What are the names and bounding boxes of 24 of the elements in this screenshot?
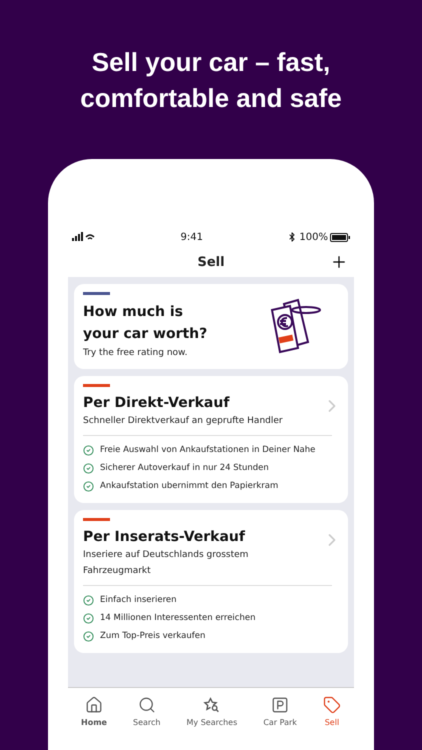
tab-item[interactable]: Sell: [322, 696, 341, 727]
sale-option-card[interactable]: Per Direkt-Verkauf Schneller Direktverkauf an geprufte Handler Freie Auswahl von Ankaufstationen in Deiner Nahe Sicherer Autoverkauf in nur 24 Stunden Ankaufstation ubernimmt den Papierkram: [74, 376, 348, 503]
option-title: Per Inserats-Verkauf: [83, 528, 245, 547]
feature-text: Freie Auswahl von Ankaufstationen in Deiner Nahe: [100, 445, 316, 455]
feature-text: Zum Top-Preis verkaufen: [100, 631, 206, 641]
status-time: 9:41: [180, 232, 203, 242]
feature-text: Einfach inserieren: [100, 595, 176, 605]
feature-text: Ankaufstation ubernimmt den Papierkram: [100, 481, 278, 491]
battery-percent: 100%: [299, 232, 328, 242]
sale-option-card[interactable]: Per Inserats-Verkauf Inseriere auf Deutschlands grosstem Fahrzeugmarkt Einfach inserieren 14 Millionen Interessenten erreichen Zum Top-Preis verkaufen: [74, 510, 348, 653]
valuation-card[interactable]: How much is your car worth? Try the free rating now.: [74, 284, 348, 369]
tab-item[interactable]: My Searches: [186, 696, 238, 727]
screen-title: Sell: [197, 254, 225, 270]
tab-item[interactable]: Car Park: [263, 696, 297, 727]
tab-item[interactable]: Home: [81, 696, 107, 727]
option-title: Per Direkt-Verkauf: [83, 394, 230, 413]
option-subtitle: Inseriere auf Deutschlands grosstem Fahrzeugmarkt: [83, 549, 250, 578]
promo-title: How much is your car worth?: [83, 303, 208, 344]
promo-subtitle: Try the free rating now.: [83, 347, 188, 360]
feature-text: Sicherer Autoverkauf in nur 24 Stunden: [100, 463, 269, 473]
option-subtitle: Schneller Direktverkauf an geprufte Handler: [83, 415, 283, 428]
tab-item[interactable]: Search: [133, 696, 160, 727]
feature-text: 14 Millionen Interessenten erreichen: [100, 613, 256, 623]
headline: Sell your car – fast, comfortable and safe: [79, 46, 343, 115]
